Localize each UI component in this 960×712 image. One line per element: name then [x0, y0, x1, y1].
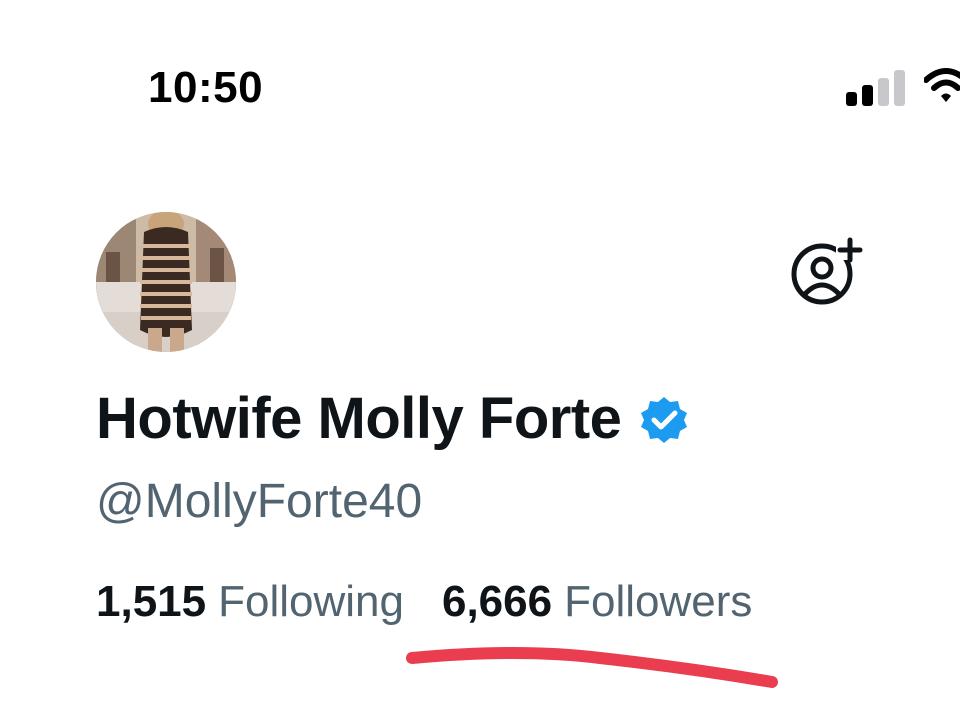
profile-stats: 1,515 Following 6,666 Followers — [96, 574, 752, 630]
profile-avatar[interactable] — [96, 212, 236, 352]
following-label: Following — [218, 577, 404, 626]
followers-stat[interactable]: 6,666 Followers — [442, 574, 752, 630]
red-underline-annotation — [406, 647, 778, 688]
following-stat[interactable]: 1,515 Following — [96, 574, 404, 630]
cellular-signal-icon — [846, 70, 905, 106]
add-user-icon[interactable] — [790, 234, 864, 308]
display-name: Hotwife Molly Forte — [96, 385, 622, 451]
user-handle: @MollyForte40 — [96, 475, 423, 528]
display-name-row: Hotwife Molly Forte — [96, 382, 689, 454]
verified-badge-icon[interactable] — [639, 395, 689, 445]
status-bar-time: 10:50 — [148, 63, 264, 112]
followers-label: Followers — [564, 577, 753, 626]
following-count: 1,515 — [96, 577, 207, 626]
followers-count: 6,666 — [441, 577, 553, 626]
wifi-icon — [924, 68, 960, 102]
